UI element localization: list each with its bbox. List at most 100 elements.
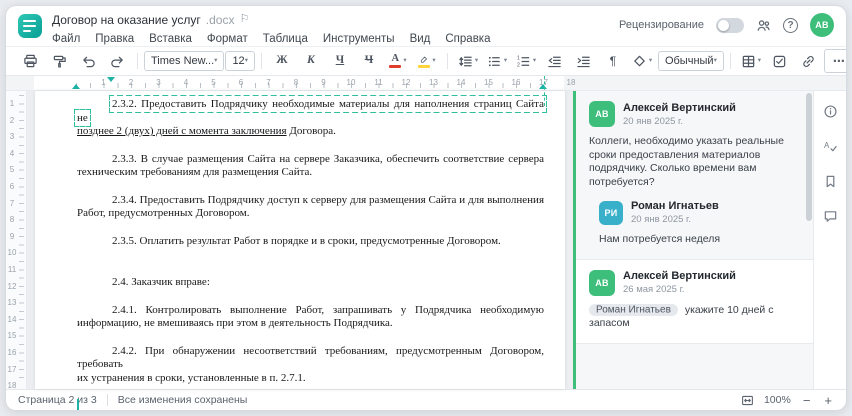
paragraph-style-select[interactable]: Обычный ▾ xyxy=(657,51,724,71)
toolbar-separator xyxy=(260,53,262,69)
help-icon[interactable]: ? xyxy=(783,17,798,33)
vertical-ruler[interactable]: 1 2 3 4 5 6 7 8 9 10 11 12 13 14 15 16 17 18 xyxy=(6,91,27,390)
document-extension: .docx xyxy=(205,12,235,27)
menu-item[interactable]: Файл xyxy=(52,32,80,46)
comment-header: АВ Алексей Вертинский 20 янв 2025 г. xyxy=(589,101,797,127)
ruler-number: 3 xyxy=(9,132,15,142)
fit-width-icon[interactable] xyxy=(741,394,754,407)
bookmark-icon[interactable] xyxy=(817,171,843,191)
zoom-out-button[interactable]: − xyxy=(801,394,813,407)
ruler-number: 15 xyxy=(7,331,17,341)
info-icon[interactable] xyxy=(817,101,843,121)
ruler-number: 11 xyxy=(7,265,17,274)
ruler-number: 1 xyxy=(101,77,106,87)
line-spacing-button[interactable]: ▾ xyxy=(454,50,482,72)
ruler-number: 5 xyxy=(9,165,15,175)
review-toggle[interactable] xyxy=(716,17,744,33)
comment-avatar: АВ xyxy=(589,269,615,296)
right-indent-marker[interactable] xyxy=(539,84,547,89)
horizontal-ruler[interactable]: 1 2 3 4 5 6 7 8 9 10 11 12 13 14 15 16 17 18 xyxy=(6,76,846,91)
ruler-number: 4 xyxy=(183,77,189,87)
nonprinting-characters-button[interactable]: ¶ xyxy=(599,50,627,72)
paragraph: 2.4.2. При обнаружении несоответствий тр… xyxy=(77,345,544,386)
chevron-down-icon: ▾ xyxy=(648,56,653,64)
collaborators-icon[interactable] xyxy=(756,18,771,33)
menu-item[interactable]: Правка xyxy=(95,32,134,46)
mention-chip[interactable]: Роман Игнатьев xyxy=(589,304,678,316)
comments-scrollbar[interactable] xyxy=(805,93,812,387)
ruler-number: 11 xyxy=(374,77,383,87)
document-page[interactable]: 2.3.2. Предоставить Подрядчику необходим… xyxy=(35,91,565,410)
comment-thread[interactable]: АВ Алексей Вертинский 26 мая 2025 г. Ром… xyxy=(576,259,813,344)
toolbar: Times New... ▾ 12 ▾ Ж К Ч Ч А ▾ ▾ ▾ ▾ 1 2 ▾ xyxy=(6,46,846,76)
ruler-number: 3 xyxy=(156,77,161,87)
comment-avatar: АВ xyxy=(589,101,615,127)
checkbox-icon[interactable] xyxy=(766,50,794,72)
chevron-down-icon: ▾ xyxy=(474,56,479,64)
ruler-number: 14 xyxy=(7,314,17,324)
more-tools-button[interactable]: ⋯ xyxy=(823,49,846,73)
spellcheck-icon[interactable]: А xyxy=(817,136,843,156)
numbered-list-button[interactable]: 1 2 ▾ xyxy=(512,50,540,72)
paragraph-text: 2.4.1. Контролировать выполнение Работ, … xyxy=(112,303,544,316)
ruler-number: 12 xyxy=(7,281,17,291)
decrease-indent-button[interactable] xyxy=(541,50,569,72)
app-logo-icon[interactable] xyxy=(18,14,42,38)
font-size-value: 12 xyxy=(232,55,245,67)
insert-table-button[interactable]: ▾ xyxy=(737,50,765,72)
menu-item[interactable]: Справка xyxy=(445,32,490,46)
bulleted-list-button[interactable]: ▾ xyxy=(483,50,511,72)
comment-thread[interactable]: АВ Алексей Вертинский 20 янв 2025 г. Кол… xyxy=(576,91,813,260)
toolbar-separator xyxy=(446,53,448,69)
underline-button[interactable]: Ч xyxy=(326,50,354,72)
favorite-flag-icon[interactable]: ⚐ xyxy=(239,14,249,25)
zoom-in-button[interactable]: + xyxy=(822,394,834,407)
undo-button[interactable] xyxy=(74,50,102,72)
menu-item[interactable]: Инструменты xyxy=(323,32,395,46)
ruler-number: 14 xyxy=(456,77,466,87)
menu-item[interactable]: Таблица xyxy=(263,32,308,46)
menu-item[interactable]: Вид xyxy=(410,32,431,46)
toolbar-separator xyxy=(137,53,138,69)
font-name-value: Times New... xyxy=(151,55,215,67)
ruler-number: 2 xyxy=(128,77,134,87)
strikethrough-button[interactable]: Ч xyxy=(355,50,383,72)
redo-button[interactable] xyxy=(103,50,131,72)
comment-author: Алексей Вертинский xyxy=(623,270,736,282)
shading-button[interactable]: ▾ xyxy=(628,50,656,72)
paragraph-text: Договора. xyxy=(286,125,336,137)
ruler-number: 8 xyxy=(9,215,15,225)
menu-item[interactable]: Формат xyxy=(207,32,248,46)
chevron-down-icon: ▾ xyxy=(757,56,761,64)
ruler-number: 13 xyxy=(7,298,17,308)
print-button[interactable] xyxy=(16,50,44,72)
chevron-down-icon: ▾ xyxy=(713,56,717,64)
copy-style-button[interactable] xyxy=(45,50,73,72)
italic-button[interactable]: К xyxy=(297,50,325,72)
paragraph-text: 2.3.5. Оплатить результат Работ в порядк… xyxy=(112,234,501,247)
comment-reply[interactable]: РИ Роман Игнатьев 20 янв 2025 г. Нам пот… xyxy=(589,200,797,247)
increase-indent-button[interactable] xyxy=(570,50,598,72)
svg-text:1: 1 xyxy=(517,55,520,61)
font-color-button[interactable]: А ▾ xyxy=(384,50,412,72)
page-indicator[interactable]: Страница 2 из 3 xyxy=(18,394,97,406)
document-title[interactable]: Договор на оказание услуг xyxy=(52,13,201,27)
bold-button[interactable]: Ж xyxy=(268,50,296,72)
comment-header: АВ Алексей Вертинский 26 мая 2025 г. xyxy=(589,269,797,296)
review-mode-label: Рецензирование xyxy=(619,19,704,31)
header-right: Рецензирование ? АВ xyxy=(619,12,834,38)
font-size-select[interactable]: 12 ▾ xyxy=(225,51,255,71)
first-line-indent-marker[interactable] xyxy=(107,77,115,82)
insert-link-button[interactable] xyxy=(795,50,823,72)
chat-icon[interactable] xyxy=(817,206,843,226)
font-name-select[interactable]: Times New... ▾ xyxy=(144,51,225,71)
menu-item[interactable]: Вставка xyxy=(149,32,192,46)
comment-anchor-text[interactable]: 2.3.2. Предоставить Подрядчику необходим… xyxy=(74,95,547,127)
scrollbar-thumb[interactable] xyxy=(806,93,812,221)
chevron-down-icon: ▾ xyxy=(503,56,508,64)
chevron-down-icon: ▾ xyxy=(432,56,436,64)
zoom-value[interactable]: 100% xyxy=(764,394,791,406)
user-avatar[interactable]: АВ xyxy=(810,13,834,37)
left-indent-marker[interactable] xyxy=(72,84,80,89)
highlight-button[interactable]: ▾ xyxy=(413,50,441,72)
